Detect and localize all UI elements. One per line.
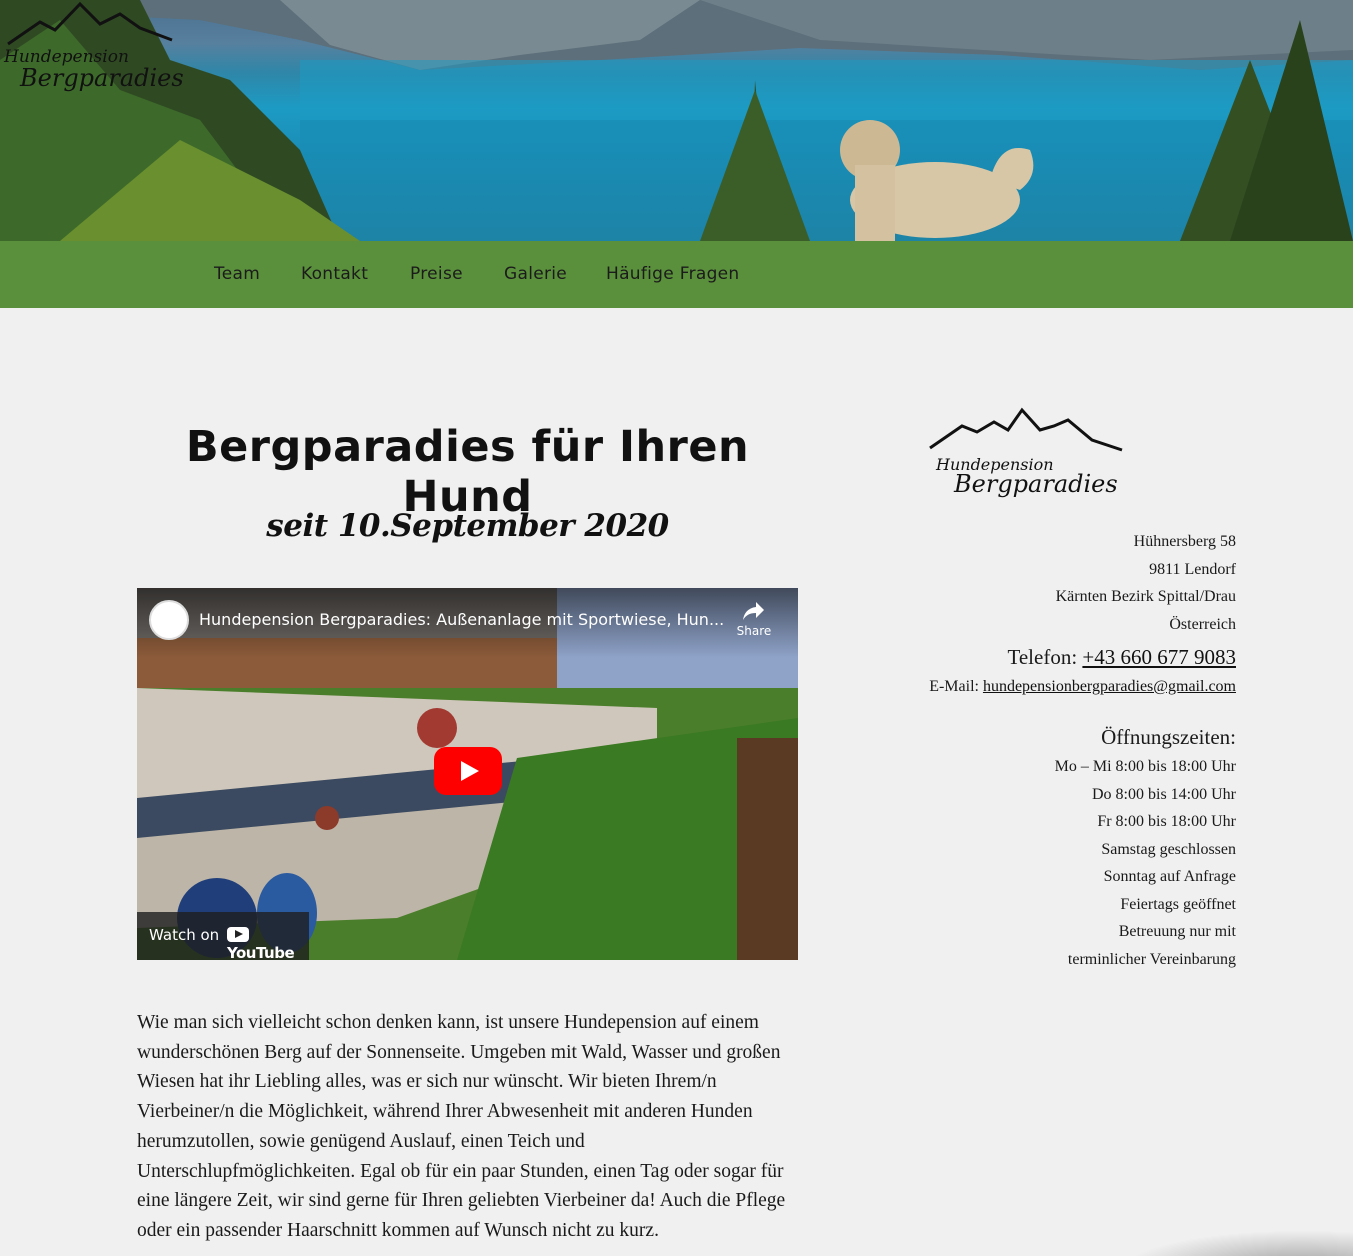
intro-paragraph: Wie man sich vielleicht schon denken kan… [137, 1012, 786, 1241]
opening-hours-line: Feiertags geöffnet [1120, 896, 1236, 913]
main-nav: Team Kontakt Preise Galerie Häufige Frag… [0, 241, 1353, 308]
video-title[interactable]: Hundepension Bergparadies: Außenanlage m… [199, 610, 729, 629]
address-line: 9811 Lendorf [1149, 561, 1236, 578]
opening-hours-line: terminlicher Vereinbarung [1067, 951, 1236, 968]
opening-hours-line: Mo – Mi 8:00 bis 18:00 Uhr [1054, 758, 1236, 775]
nav-item-galerie[interactable]: Galerie [504, 241, 567, 308]
watch-on-label: Watch on [149, 926, 220, 944]
opening-hours-line: Betreuung nur mit [1118, 923, 1236, 940]
nav-item-kontakt[interactable]: Kontakt [301, 241, 368, 308]
share-button[interactable]: Share [729, 600, 779, 638]
sidebar-logo: Hundepension Bergparadies [929, 407, 1123, 498]
youtube-wordmark: YouTube [227, 944, 295, 960]
banner-logo[interactable]: Hundepension Bergparadies [0, 0, 190, 100]
page-subtitle: seit 10.September 2020 [266, 508, 669, 544]
share-icon [743, 602, 764, 620]
banner-landscape-image [0, 0, 1353, 241]
phone-row: Telefon: +43 660 677 9083 [1007, 645, 1236, 670]
page-title: Bergparadies für Ihren Hund [185, 422, 750, 522]
opening-hours-line: Sonntag auf Anfrage [1103, 868, 1236, 885]
email-label: E-Mail: [929, 678, 979, 695]
phone-label: Telefon: [1007, 645, 1078, 669]
address-line: Kärnten Bezirk Spittal/Drau [1055, 588, 1236, 605]
address-line: Österreich [1169, 616, 1236, 633]
svg-text:Bergparadies: Bergparadies [19, 64, 184, 92]
nav-item-team[interactable]: Team [214, 241, 260, 308]
address-line: Hühnersberg 58 [1133, 533, 1236, 550]
opening-hours-title: Öffnungszeiten: [1101, 725, 1236, 749]
play-button-icon[interactable] [434, 747, 502, 795]
nav-item-preise[interactable]: Preise [410, 241, 463, 308]
svg-text:Bergparadies: Bergparadies [953, 470, 1118, 498]
email-link[interactable]: hundepensionbergparadies@gmail.com [983, 678, 1236, 695]
header-banner: Hundepension Bergparadies [0, 0, 1353, 241]
opening-hours-line: Do 8:00 bis 14:00 Uhr [1092, 786, 1236, 803]
youtube-play-icon [227, 927, 249, 942]
email-row: E-Mail: hundepensionbergparadies@gmail.c… [929, 678, 1236, 696]
phone-link[interactable]: +43 660 677 9083 [1082, 645, 1236, 669]
corner-shadow [1120, 1230, 1353, 1256]
youtube-logo: YouTube [227, 926, 309, 960]
share-label: Share [736, 624, 772, 638]
channel-avatar[interactable] [149, 600, 189, 640]
watch-on-youtube-button[interactable]: Watch on YouTube [137, 912, 309, 960]
opening-hours-line: Fr 8:00 bis 18:00 Uhr [1097, 813, 1236, 830]
nav-item-haeufige-fragen[interactable]: Häufige Fragen [606, 241, 740, 308]
opening-hours-line: Samstag geschlossen [1101, 841, 1236, 858]
youtube-video-embed[interactable]: Hundepension Bergparadies: Außenanlage m… [137, 588, 798, 960]
